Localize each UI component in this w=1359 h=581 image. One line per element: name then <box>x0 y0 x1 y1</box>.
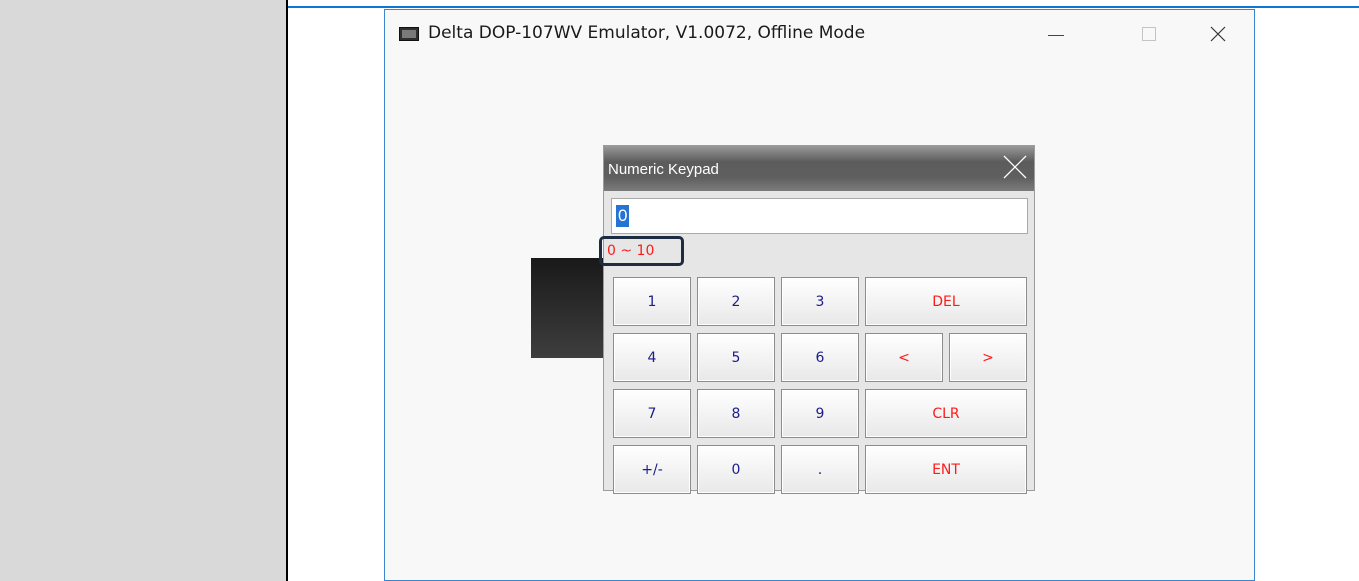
left-panel <box>0 0 286 581</box>
emulator-window: Delta DOP-107WV Emulator, V1.0072, Offli… <box>384 9 1255 581</box>
close-button[interactable] <box>1197 18 1239 50</box>
key-right-arrow[interactable]: > <box>949 333 1027 382</box>
window-title: Delta DOP-107WV Emulator, V1.0072, Offli… <box>428 23 866 43</box>
top-accent-border <box>288 6 1359 8</box>
monitor-icon <box>399 27 419 41</box>
key-6[interactable]: 6 <box>781 333 859 382</box>
key-9[interactable]: 9 <box>781 389 859 438</box>
range-label: 0 ~ 10 <box>607 243 655 259</box>
selected-value: 0 <box>616 205 630 227</box>
key-5[interactable]: 5 <box>697 333 775 382</box>
key-2[interactable]: 2 <box>697 277 775 326</box>
hmi-object-block <box>531 258 607 358</box>
key-del[interactable]: DEL <box>865 277 1027 326</box>
maximize-button[interactable] <box>1128 18 1170 50</box>
range-highlight-box: 0 ~ 10 <box>599 236 684 266</box>
key-plus-minus[interactable]: +/- <box>613 445 691 494</box>
key-7[interactable]: 7 <box>613 389 691 438</box>
key-ent[interactable]: ENT <box>865 445 1027 494</box>
keypad-title: Numeric Keypad <box>608 161 719 178</box>
maximize-icon <box>1142 27 1156 41</box>
keypad-close-icon[interactable] <box>1002 154 1028 180</box>
key-0[interactable]: 0 <box>697 445 775 494</box>
key-clr[interactable]: CLR <box>865 389 1027 438</box>
keypad-title-bar: Numeric Keypad <box>604 146 1034 191</box>
minimize-button[interactable] <box>1035 18 1077 50</box>
key-8[interactable]: 8 <box>697 389 775 438</box>
key-3[interactable]: 3 <box>781 277 859 326</box>
title-bar[interactable]: Delta DOP-107WV Emulator, V1.0072, Offli… <box>385 10 1254 58</box>
key-4[interactable]: 4 <box>613 333 691 382</box>
minimize-icon <box>1048 34 1064 36</box>
key-left-arrow[interactable]: < <box>865 333 943 382</box>
divider <box>286 0 288 581</box>
key-decimal[interactable]: . <box>781 445 859 494</box>
numeric-keypad-dialog: Numeric Keypad 0 0 ~ 10 1 2 3 DEL 4 5 6 … <box>599 145 1035 494</box>
keypad-value-input[interactable]: 0 <box>611 198 1028 234</box>
close-icon <box>1210 26 1226 42</box>
key-1[interactable]: 1 <box>613 277 691 326</box>
